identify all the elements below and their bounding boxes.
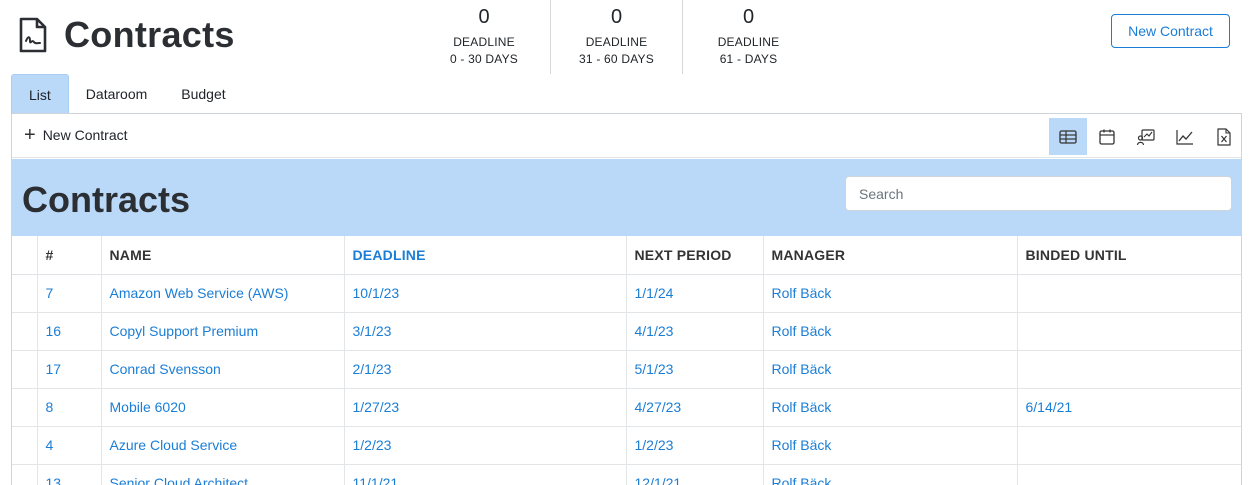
row-select-cell[interactable] xyxy=(12,426,38,465)
contract-number-link[interactable]: 4 xyxy=(46,437,54,453)
contract-next-period-link[interactable]: 12/1/21 xyxy=(635,475,682,485)
tab-list[interactable]: List xyxy=(11,74,69,113)
contract-binded-until-link[interactable]: 6/14/21 xyxy=(1026,399,1073,415)
tab-bar: List Dataroom Budget xyxy=(11,74,243,113)
presentation-chart-icon xyxy=(1136,128,1155,145)
contract-deadline-link[interactable]: 2/1/23 xyxy=(353,361,392,377)
table-row: 4 Azure Cloud Service 1/2/23 1/2/23 Rolf… xyxy=(12,426,1241,465)
contract-manager-link[interactable]: Rolf Bäck xyxy=(772,361,832,377)
stat-value: 0 xyxy=(742,6,755,28)
contract-number-link[interactable]: 17 xyxy=(46,361,62,377)
contract-document-icon xyxy=(18,16,48,54)
contract-next-period-link[interactable]: 1/1/24 xyxy=(635,285,674,301)
contract-name-link[interactable]: Azure Cloud Service xyxy=(110,437,238,453)
column-header-binded-until[interactable]: BINDED UNTIL xyxy=(1017,236,1241,275)
table-row: 13 Senior Cloud Architect 11/1/21 12/1/2… xyxy=(12,464,1241,485)
stat-label: DEADLINE xyxy=(585,35,648,49)
stat-value: 0 xyxy=(478,6,490,28)
contract-name-link[interactable]: Senior Cloud Architect xyxy=(110,475,249,485)
row-select-cell[interactable] xyxy=(12,274,38,313)
stat-deadline-61: 0 DEADLINE 61 - DAYS xyxy=(682,0,814,74)
deadline-stats: 0 DEADLINE 0 - 30 DAYS 0 DEADLINE 31 - 6… xyxy=(418,0,814,74)
table-row: 17 Conrad Svensson 2/1/23 5/1/23 Rolf Bä… xyxy=(12,350,1241,389)
column-header-deadline[interactable]: DEADLINE xyxy=(344,236,627,275)
column-header-name[interactable]: NAME xyxy=(101,236,345,275)
contract-manager-link[interactable]: Rolf Bäck xyxy=(772,475,832,485)
stat-label: DEADLINE xyxy=(717,35,780,49)
page-header: Contracts 0 DEADLINE 0 - 30 DAYS 0 DEADL… xyxy=(0,0,1252,74)
excel-export-icon xyxy=(1217,127,1231,146)
contracts-table: # NAME DEADLINE NEXT PERIOD MANAGER BIND… xyxy=(12,236,1241,485)
contract-number-link[interactable]: 13 xyxy=(46,475,62,485)
contract-deadline-link[interactable]: 11/1/21 xyxy=(353,475,399,485)
tab-dataroom[interactable]: Dataroom xyxy=(69,74,164,113)
contract-manager-link[interactable]: Rolf Bäck xyxy=(772,437,832,453)
new-contract-button[interactable]: New Contract xyxy=(1111,14,1230,48)
contract-next-period-link[interactable]: 4/1/23 xyxy=(635,323,674,339)
stat-range: 0 - 30 DAYS xyxy=(449,52,518,66)
column-header-next-period[interactable]: NEXT PERIOD xyxy=(626,236,764,275)
stat-deadline-0-30: 0 DEADLINE 0 - 30 DAYS xyxy=(418,0,550,74)
row-select-cell[interactable] xyxy=(12,464,38,485)
view-switcher xyxy=(1049,118,1244,155)
table-header-row: # NAME DEADLINE NEXT PERIOD MANAGER BIND… xyxy=(12,236,1241,275)
row-select-cell[interactable] xyxy=(12,388,38,427)
toolbar: + New Contract xyxy=(12,114,1241,158)
stat-label: DEADLINE xyxy=(453,35,515,49)
contract-number-link[interactable]: 8 xyxy=(46,399,54,415)
table-view-icon xyxy=(1059,129,1077,144)
contract-name-link[interactable]: Amazon Web Service (AWS) xyxy=(110,285,289,301)
contract-manager-link[interactable]: Rolf Bäck xyxy=(772,323,832,339)
row-select-cell[interactable] xyxy=(12,312,38,351)
calendar-view-button[interactable] xyxy=(1088,118,1126,155)
contract-next-period-link[interactable]: 4/27/23 xyxy=(635,399,682,415)
stat-value: 0 xyxy=(610,6,623,28)
contract-name-link[interactable]: Copyl Support Premium xyxy=(110,323,259,339)
table-row: 16 Copyl Support Premium 3/1/23 4/1/23 R… xyxy=(12,312,1241,351)
toolbar-new-contract-button[interactable]: + New Contract xyxy=(24,124,128,146)
row-select-cell[interactable] xyxy=(12,350,38,389)
table-view-button[interactable] xyxy=(1049,118,1087,155)
line-chart-icon xyxy=(1176,129,1193,145)
toolbar-new-contract-label: New Contract xyxy=(42,127,128,143)
stat-range: 61 - DAYS xyxy=(719,52,778,66)
section-title: Contracts xyxy=(22,179,191,220)
stat-range: 31 - 60 DAYS xyxy=(579,52,654,66)
line-chart-view-button[interactable] xyxy=(1166,118,1204,155)
contract-deadline-link[interactable]: 1/2/23 xyxy=(353,437,392,453)
contract-name-link[interactable]: Mobile 6020 xyxy=(110,399,186,415)
column-header-number[interactable]: # xyxy=(37,236,102,275)
column-header-manager[interactable]: MANAGER xyxy=(763,236,1018,275)
stat-deadline-31-60: 0 DEADLINE 31 - 60 DAYS xyxy=(550,0,682,74)
contract-manager-link[interactable]: Rolf Bäck xyxy=(772,399,832,415)
contract-number-link[interactable]: 16 xyxy=(46,323,62,339)
calendar-icon xyxy=(1099,129,1115,145)
contract-manager-link[interactable]: Rolf Bäck xyxy=(772,285,832,301)
presentation-view-button[interactable] xyxy=(1127,118,1165,155)
contract-deadline-link[interactable]: 3/1/23 xyxy=(353,323,392,339)
table-row: 8 Mobile 6020 1/27/23 4/27/23 Rolf Bäck … xyxy=(12,388,1241,427)
contract-deadline-link[interactable]: 10/1/23 xyxy=(353,285,400,301)
excel-export-button[interactable] xyxy=(1205,118,1243,155)
contract-name-link[interactable]: Conrad Svensson xyxy=(110,361,221,377)
select-column-header xyxy=(12,236,38,275)
plus-icon: + xyxy=(24,124,36,146)
tab-budget[interactable]: Budget xyxy=(164,74,242,113)
table-row: 7 Amazon Web Service (AWS) 10/1/23 1/1/2… xyxy=(12,274,1241,313)
contracts-panel: + New Contract Contracts Search # NAME D… xyxy=(11,113,1242,485)
contract-deadline-link[interactable]: 1/27/23 xyxy=(353,399,400,415)
contracts-title-band: Contracts xyxy=(12,159,1241,236)
contract-next-period-link[interactable]: 5/1/23 xyxy=(635,361,674,377)
contract-number-link[interactable]: 7 xyxy=(46,285,54,301)
contract-next-period-link[interactable]: 1/2/23 xyxy=(635,437,674,453)
search-input[interactable] xyxy=(845,176,1232,211)
page-title: Contracts xyxy=(64,14,235,55)
